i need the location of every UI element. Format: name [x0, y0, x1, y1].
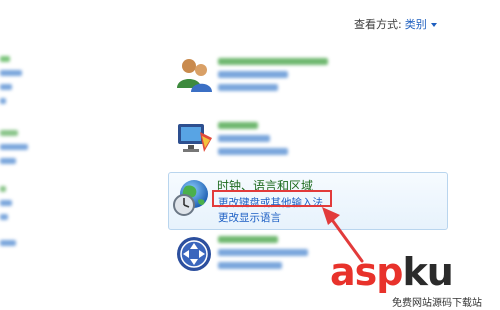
blurred-text [218, 236, 308, 275]
blurred-left-column [0, 50, 40, 300]
watermark-logo: aspku 免费网站源码下载站 [330, 252, 500, 310]
view-by-label: 查看方式: [354, 18, 402, 31]
highlight-box [212, 190, 332, 207]
chevron-down-icon[interactable] [430, 23, 437, 27]
blurred-text [218, 122, 288, 161]
change-display-language-link[interactable]: 更改显示语言 [218, 210, 281, 225]
watermark-brand-dark: ku [402, 250, 453, 294]
category-appearance[interactable] [166, 118, 446, 162]
ease-of-access-icon [177, 237, 211, 271]
watermark-tagline: 免费网站源码下载站 [392, 294, 482, 309]
globe-clock-icon [173, 180, 208, 216]
view-by-control: 查看方式: 类别 [354, 16, 437, 32]
view-by-dropdown[interactable]: 类别 [405, 18, 427, 31]
category-user-accounts[interactable] [166, 54, 446, 98]
display-icon [178, 124, 212, 152]
watermark-brand-red: asp [330, 250, 403, 294]
watermark-brand: aspku [330, 250, 454, 294]
users-icon [177, 59, 212, 92]
blurred-text [218, 58, 328, 97]
